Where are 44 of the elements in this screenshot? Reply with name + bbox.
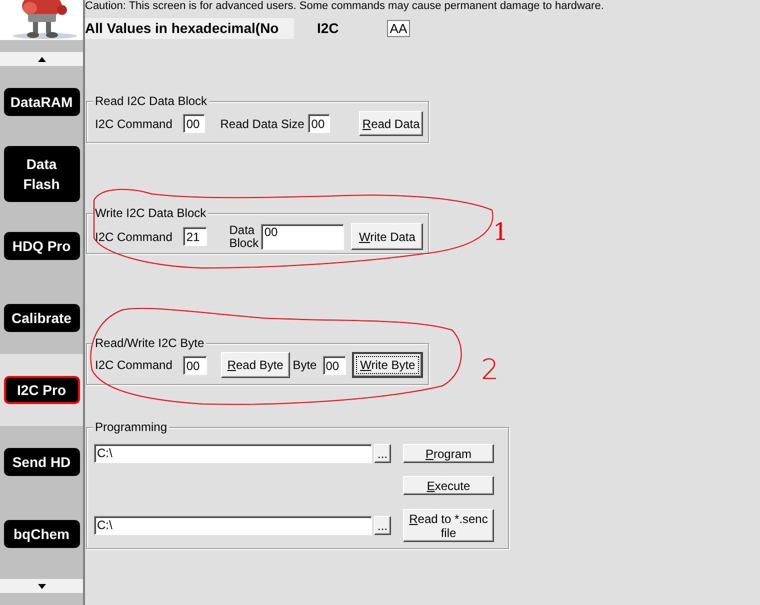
group-title: Programming: [93, 420, 170, 434]
group-title: Read/Write I2C Byte: [93, 336, 206, 350]
i2c-address-field[interactable]: AA: [386, 20, 410, 36]
sidebar-button[interactable]: Calibrate: [4, 304, 80, 332]
input-field[interactable]: 00: [183, 356, 207, 374]
field-label: Read Data Size: [220, 116, 304, 132]
button[interactable]: Write Data: [351, 223, 423, 250]
path-field[interactable]: C:\: [94, 444, 372, 463]
button[interactable]: Program: [403, 444, 494, 463]
button[interactable]: Read to *.senc file: [403, 509, 494, 542]
scroll-down-button[interactable]: [0, 579, 83, 593]
input-field[interactable]: 00: [261, 224, 344, 250]
sidebar-button[interactable]: DataRAM: [4, 88, 80, 116]
sidebar-button[interactable]: HDQ Pro: [4, 232, 80, 260]
sidebar-button[interactable]: Send HD: [4, 448, 80, 476]
field-label: I2C Command: [95, 228, 172, 246]
scroll-up-button[interactable]: [0, 52, 83, 66]
input-field[interactable]: 00: [183, 114, 206, 133]
path-field[interactable]: C:\: [94, 516, 372, 535]
annotation-number: 2: [481, 354, 499, 386]
button[interactable]: Read Byte: [220, 352, 290, 378]
down-arrow-icon: [38, 584, 46, 588]
field-label: Data Block: [229, 224, 260, 250]
browse-button[interactable]: ...: [374, 444, 391, 463]
input-field[interactable]: 21: [183, 227, 208, 246]
sidebar-button[interactable]: I2C Pro: [4, 376, 80, 404]
field-label: I2C Command: [95, 116, 172, 132]
sidebar-button[interactable]: Data Flash: [4, 146, 80, 202]
up-arrow-icon: [38, 56, 46, 62]
input-field[interactable]: 00: [322, 356, 346, 374]
caution-text: Caution: This screen is for advanced users. Some commands may cause permanent damage to hardware.: [85, 0, 605, 13]
sidebar-button[interactable]: bqChem: [4, 520, 80, 548]
browse-button[interactable]: ...: [374, 516, 391, 535]
group-title: Write I2C Data Block: [93, 206, 208, 220]
hexadecimal-note: All Values in hexadecimal(No: [85, 18, 294, 38]
field-label: Byte: [292, 357, 317, 374]
button[interactable]: Read Data: [359, 111, 423, 136]
group-title: Read I2C Data Block: [93, 94, 210, 108]
button[interactable]: Write Byte: [352, 352, 424, 378]
button[interactable]: Execute: [403, 476, 494, 495]
field-label: I2C Command: [95, 357, 172, 374]
i2c-label: I2C: [317, 18, 339, 38]
input-field[interactable]: 00: [308, 114, 330, 133]
annotation-number: 1: [493, 218, 508, 246]
